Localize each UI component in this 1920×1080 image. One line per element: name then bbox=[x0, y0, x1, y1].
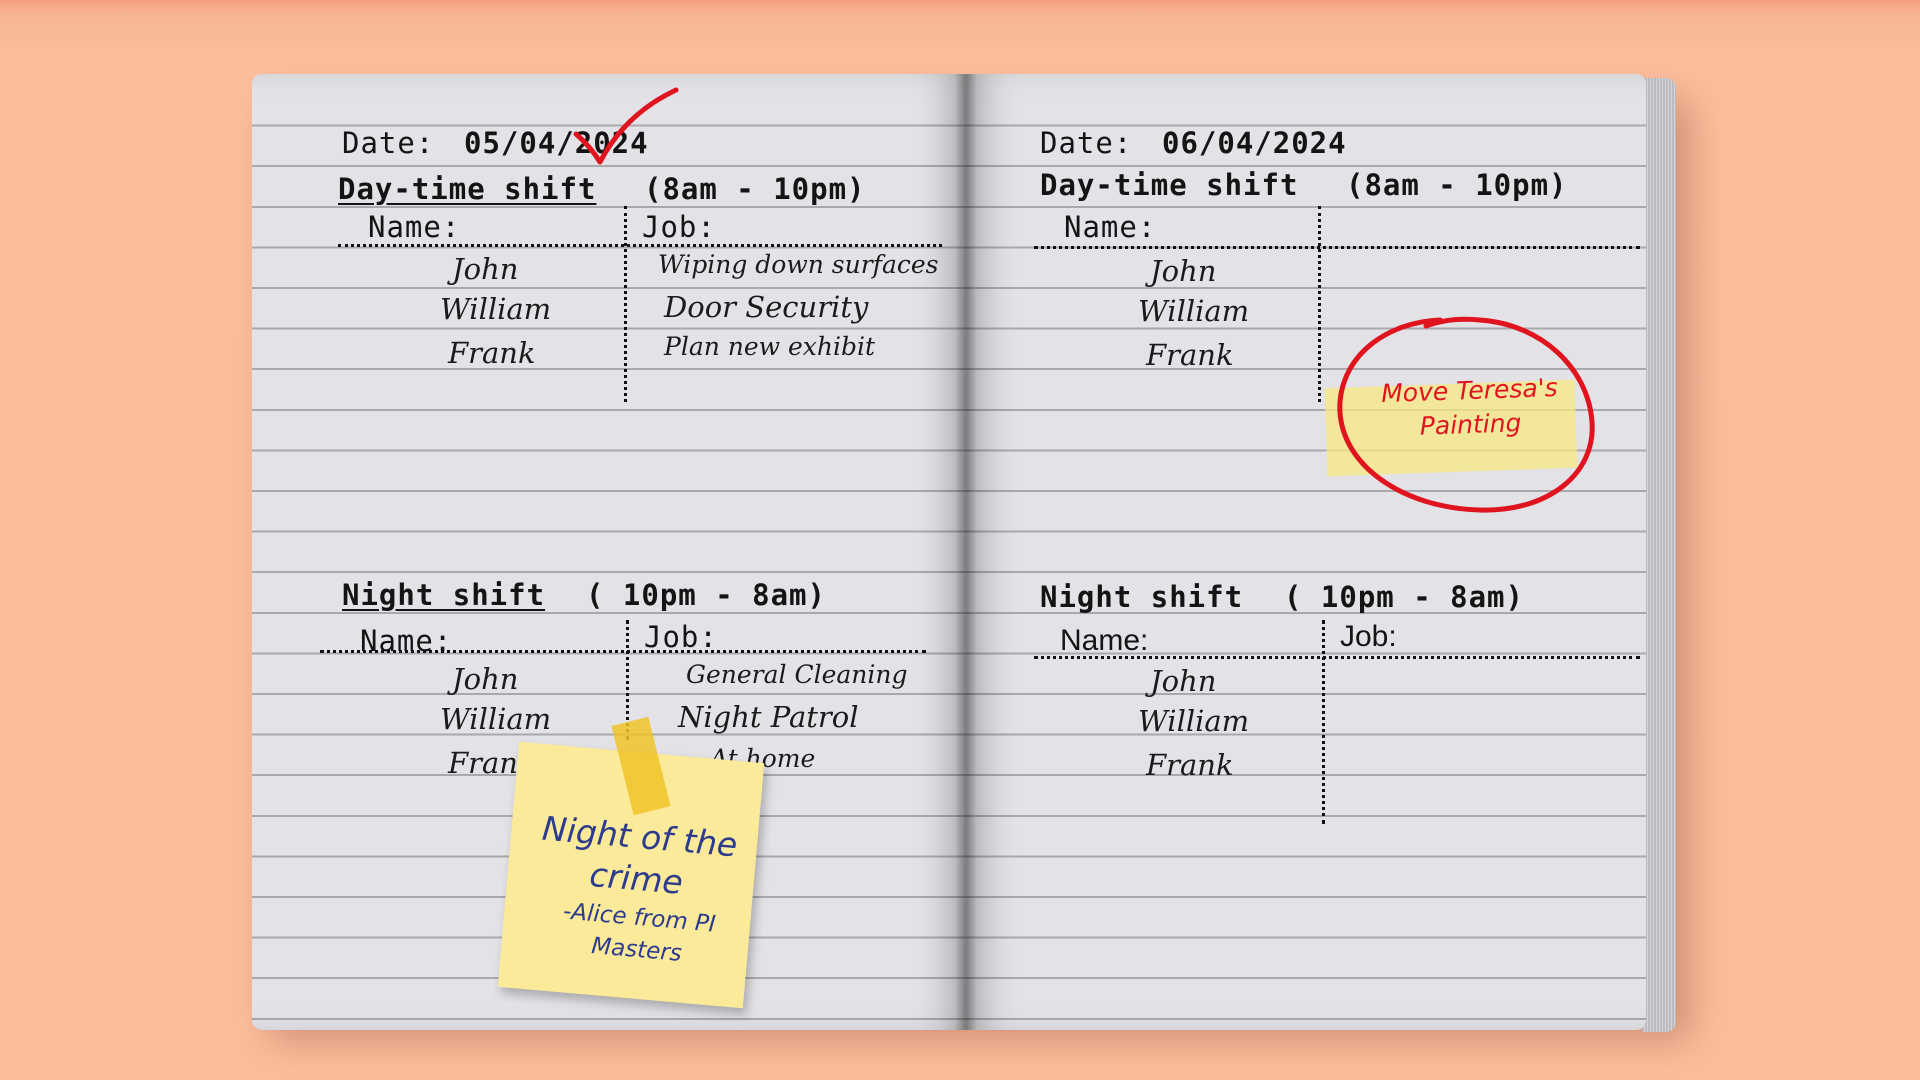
left-day-job-1: Wiping down surfaces bbox=[658, 250, 939, 279]
right-night-name-1: John bbox=[1150, 664, 1217, 698]
right-day-name-1: John bbox=[1150, 254, 1217, 288]
left-night-job-1: General Cleaning bbox=[686, 660, 908, 689]
left-date-label: Date: bbox=[342, 126, 435, 160]
right-day-name-2: William bbox=[1138, 294, 1250, 328]
book-page-edges-right bbox=[1642, 78, 1676, 1032]
right-day-shift-hours: (8am - 10pm) bbox=[1346, 168, 1568, 202]
right-date-label: Date: bbox=[1040, 126, 1133, 160]
left-day-shift-title: Day-time shift bbox=[338, 172, 597, 206]
left-day-shift-hours: (8am - 10pm) bbox=[644, 172, 866, 206]
left-day-job-2: Door Security bbox=[664, 290, 869, 324]
left-night-name-2: William bbox=[440, 702, 552, 736]
left-night-name-1: John bbox=[452, 662, 519, 696]
right-day-name-3: Frank bbox=[1146, 338, 1234, 372]
right-day-shift-title: Day-time shift bbox=[1040, 168, 1299, 202]
left-day-name-header: Name: bbox=[368, 210, 461, 244]
left-night-shift-title: Night shift bbox=[342, 578, 546, 612]
left-day-job-header: Job: bbox=[642, 210, 716, 244]
right-day-name-header: Name: bbox=[1064, 210, 1157, 244]
left-night-job-2: Night Patrol bbox=[678, 700, 859, 734]
right-day-header-divider bbox=[1034, 246, 1640, 249]
right-night-shift-title: Night shift bbox=[1040, 580, 1244, 614]
left-day-header-divider bbox=[338, 244, 942, 247]
left-day-name-3: Frank bbox=[448, 336, 536, 370]
right-night-shift-hours: ( 10pm - 8am) bbox=[1284, 580, 1524, 614]
checkmark-icon bbox=[573, 87, 679, 165]
left-day-job-3: Plan new exhibit bbox=[664, 332, 876, 361]
left-day-name-2: William bbox=[440, 292, 552, 326]
right-night-header-divider bbox=[1034, 656, 1640, 659]
left-night-shift-hours: ( 10pm - 8am) bbox=[586, 578, 826, 612]
right-date-value: 06/04/2024 bbox=[1162, 126, 1347, 160]
right-day-column-divider bbox=[1318, 206, 1321, 402]
red-note-text: Move Teresa's Painting bbox=[1380, 372, 1559, 441]
left-day-column-divider bbox=[624, 206, 627, 402]
right-night-name-header: Name: bbox=[1060, 624, 1149, 657]
right-night-column-divider bbox=[1322, 620, 1325, 824]
book-spine bbox=[955, 74, 977, 1030]
right-night-job-header: Job: bbox=[1340, 620, 1397, 653]
left-night-header-divider bbox=[320, 650, 926, 653]
left-day-name-1: John bbox=[452, 252, 519, 286]
right-night-name-2: William bbox=[1138, 704, 1250, 738]
left-night-job-header: Job: bbox=[644, 620, 718, 654]
right-night-name-3: Frank bbox=[1146, 748, 1234, 782]
